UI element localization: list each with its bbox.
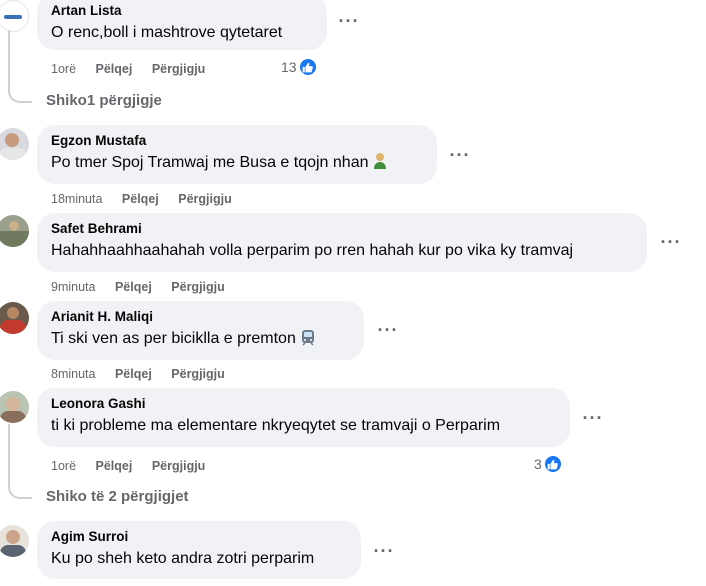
comment-author[interactable]: Arianit H. Maliqi [51, 308, 352, 326]
comment-text-content: Ti ski ven as per biciklla e premton [51, 330, 296, 347]
reply-button[interactable]: Përgjigju [152, 61, 205, 77]
comment-timestamp[interactable]: 1orë [51, 61, 76, 77]
reaction-summary[interactable]: 13 [281, 57, 318, 77]
comment-text: O renc,boll i mashtrove qytetaret [51, 24, 283, 41]
comment-bubble: Artan Lista O renc,boll i mashtrove qyte… [37, 0, 327, 50]
reaction-summary[interactable]: 3 [534, 454, 563, 474]
more-options-icon[interactable]: ··· [335, 12, 363, 34]
comment-text-content: Po tmer Spoj Tramwaj me Busa e tqojn nha… [51, 154, 369, 171]
person-emoji-icon [372, 152, 388, 177]
reply-button[interactable]: Përgjigju [171, 366, 224, 382]
like-icon [297, 57, 318, 77]
like-button[interactable]: Pëlqej [96, 61, 133, 77]
thread-line [8, 424, 32, 499]
reaction-count: 3 [534, 456, 542, 472]
reply-button[interactable]: Përgjigju [171, 279, 224, 295]
comment-timestamp[interactable]: 9minuta [51, 279, 95, 295]
comment-bubble: Egzon Mustafa Po tmer Spoj Tramwaj me Bu… [37, 125, 437, 184]
view-replies-link[interactable]: Shiko të 2 përgjigjet [46, 488, 189, 505]
reply-button[interactable]: Përgjigju [152, 458, 205, 474]
comment-author[interactable]: Artan Lista [51, 2, 315, 20]
like-icon [542, 454, 563, 474]
comment-actions: 18minuta Pëlqej Përgjigju [51, 191, 248, 207]
comment-actions: 1orë Pëlqej Përgjigju [51, 61, 221, 77]
comment-actions: 1orë Pëlqej Përgjigju [51, 458, 221, 474]
more-options-icon[interactable]: ··· [657, 233, 685, 255]
comment-bubble: Arianit H. Maliqi Ti ski ven as per bici… [37, 301, 364, 360]
comment-actions: 9minuta Pëlqej Përgjigju [51, 279, 241, 295]
comment-actions: 8minuta Pëlqej Përgjigju [51, 366, 241, 382]
more-options-icon[interactable]: ··· [579, 409, 607, 431]
comment-text: Po tmer Spoj Tramwaj me Busa e tqojn nha… [51, 152, 425, 177]
more-options-icon[interactable]: ··· [374, 321, 402, 343]
like-button[interactable]: Pëlqej [96, 458, 133, 474]
avatar[interactable] [0, 128, 29, 160]
view-replies-link[interactable]: Shiko1 përgjigje [46, 92, 162, 109]
comment-timestamp[interactable]: 18minuta [51, 191, 102, 207]
comment-text: Hahahhaahhaahahah volla perparim po rren… [51, 242, 574, 259]
reply-button[interactable]: Përgjigju [178, 191, 231, 207]
avatar[interactable] [0, 391, 29, 423]
comment-text: Ku po sheh keto andra zotri perparim [51, 550, 315, 567]
reaction-count: 13 [281, 59, 297, 75]
avatar[interactable] [0, 302, 29, 334]
comment-bubble: Safet Behrami Hahahhaahhaahahah volla pe… [37, 213, 647, 272]
avatar[interactable] [0, 525, 29, 557]
comment-bubble: Leonora Gashi ti ki probleme ma elementa… [37, 388, 570, 447]
comment-text: Ti ski ven as per biciklla e premton [51, 328, 352, 353]
like-button[interactable]: Pëlqej [115, 279, 152, 295]
comment-author[interactable]: Egzon Mustafa [51, 132, 425, 150]
comment-author[interactable]: Agim Surroi [51, 528, 349, 546]
comment-timestamp[interactable]: 8minuta [51, 366, 95, 382]
more-options-icon[interactable]: ··· [446, 146, 474, 168]
comment-author[interactable]: Safet Behrami [51, 220, 635, 238]
more-options-icon[interactable]: ··· [370, 542, 398, 564]
comment-bubble: Agim Surroi Ku po sheh keto andra zotri … [37, 521, 361, 579]
tram-emoji-icon [299, 328, 317, 353]
comment-author[interactable]: Leonora Gashi [51, 395, 558, 413]
thread-line [8, 30, 32, 103]
avatar[interactable] [0, 215, 29, 247]
comment-text: ti ki probleme ma elementare nkryeqytet … [51, 417, 501, 434]
avatar[interactable] [0, 0, 29, 32]
like-button[interactable]: Pëlqej [122, 191, 159, 207]
like-button[interactable]: Pëlqej [115, 366, 152, 382]
comment-timestamp[interactable]: 1orë [51, 458, 76, 474]
